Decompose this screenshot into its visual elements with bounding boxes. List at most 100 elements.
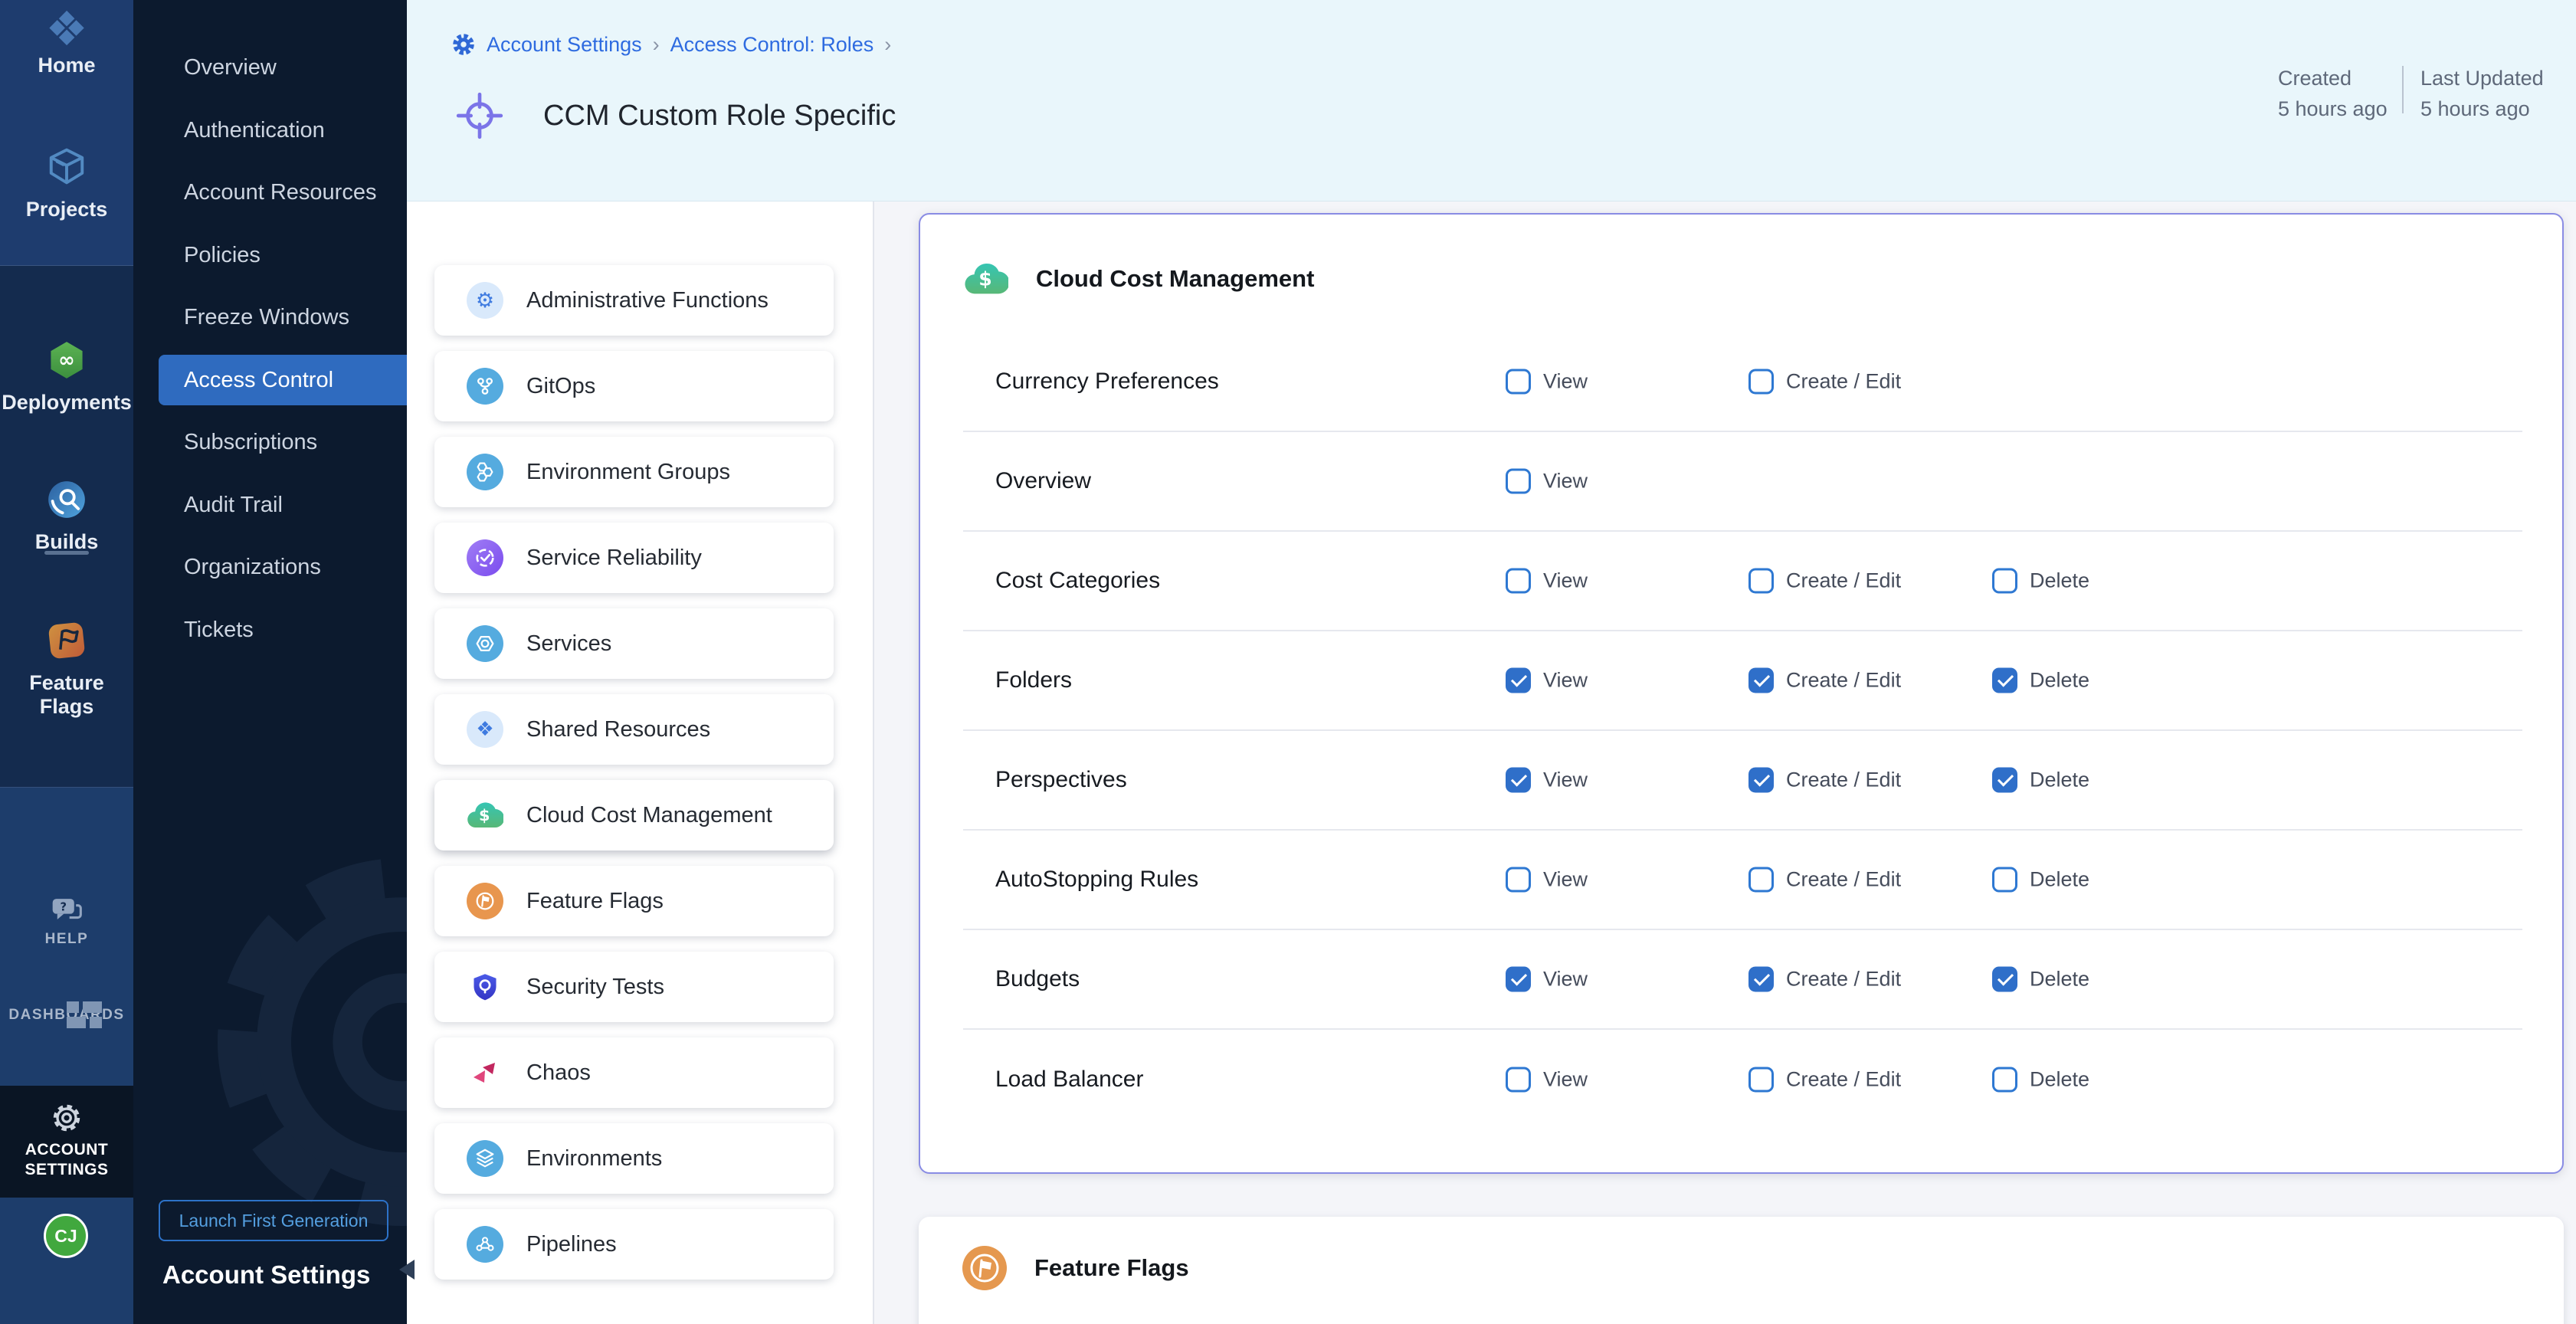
sidebar-item-subscriptions[interactable]: Subscriptions	[133, 417, 407, 467]
resource-card-shared-resources[interactable]: ❖ Shared Resources	[434, 694, 834, 765]
resource-card-administrative-functions[interactable]: ⚙ Administrative Functions	[434, 265, 834, 336]
checkbox-box[interactable]	[1748, 569, 1774, 594]
checkbox-box[interactable]	[1748, 1067, 1774, 1093]
delete-checkbox[interactable]: Delete	[1992, 569, 2089, 594]
create-edit-checkbox[interactable]: Create / Edit	[1748, 768, 1901, 793]
view-checkbox[interactable]: View	[1506, 668, 1588, 693]
checkbox-box[interactable]	[1992, 569, 2017, 594]
deployments-cd-icon: ∞	[47, 340, 87, 380]
permission-row: Folders View Create / Edit Delete	[963, 631, 2522, 731]
checkbox-box[interactable]	[1992, 967, 2017, 992]
rail-item-home[interactable]: ❖ Home	[0, 5, 133, 77]
permission-row: AutoStopping Rules View Create / Edit De…	[963, 831, 2522, 930]
view-checkbox[interactable]: View	[1506, 369, 1588, 395]
checkbox-box[interactable]	[1506, 967, 1531, 992]
resource-card-pipelines[interactable]: Pipelines	[434, 1209, 834, 1280]
rail-item-builds[interactable]: Builds	[0, 480, 133, 554]
services-icon	[467, 625, 503, 662]
resource-card-security-tests[interactable]: Security Tests	[434, 952, 834, 1022]
sidebar-item-access-control[interactable]: Access Control	[159, 355, 407, 405]
rail-item-projects[interactable]: Projects	[0, 146, 133, 221]
rail-item-dashboards[interactable]: DASHBOARDS	[0, 1001, 133, 1024]
delete-checkbox[interactable]: Delete	[1992, 867, 2089, 893]
resource-card-service-reliability[interactable]: Service Reliability	[434, 523, 834, 593]
checkbox-box[interactable]	[1506, 668, 1531, 693]
create-edit-checkbox[interactable]: Create / Edit	[1748, 369, 1901, 395]
breadcrumb-access-control-roles[interactable]: Access Control: Roles	[670, 33, 874, 57]
delete-checkbox[interactable]: Delete	[1992, 668, 2089, 693]
permission-name: Perspectives	[995, 767, 1127, 793]
checkbox-box[interactable]	[1506, 867, 1531, 893]
checkbox-box[interactable]	[1506, 569, 1531, 594]
sidebar-item-freeze-windows[interactable]: Freeze Windows	[133, 292, 407, 342]
resource-card-environments[interactable]: Environments	[434, 1123, 834, 1194]
launch-first-generation-button[interactable]: Launch First Generation	[159, 1200, 388, 1241]
create-edit-checkbox[interactable]: Create / Edit	[1748, 668, 1901, 693]
builds-ci-icon	[47, 480, 87, 519]
last-updated-value: 5 hours ago	[2420, 93, 2544, 124]
help-label: HELP	[0, 931, 133, 948]
view-checkbox[interactable]: View	[1506, 469, 1588, 494]
rail-item-deployments[interactable]: ∞ Deployments	[0, 340, 133, 415]
checkbox-box[interactable]	[1506, 768, 1531, 793]
breadcrumb: Account Settings › Access Control: Roles…	[451, 32, 891, 57]
permission-name: Folders	[995, 667, 1072, 693]
view-checkbox[interactable]: View	[1506, 569, 1588, 594]
sidebar-item-account-resources[interactable]: Account Resources	[133, 167, 407, 218]
svg-text:?: ?	[60, 900, 67, 913]
delete-checkbox[interactable]: Delete	[1992, 1067, 2089, 1093]
sidebar-item-audit-trail[interactable]: Audit Trail	[133, 480, 407, 530]
resource-card-feature-flags[interactable]: Feature Flags	[434, 866, 834, 936]
rail-item-label: Builds	[0, 530, 133, 554]
checkbox-box[interactable]	[1992, 668, 2017, 693]
resource-card-services[interactable]: Services	[434, 608, 834, 679]
permission-row: Load Balancer View Create / Edit Delete	[963, 1030, 2522, 1129]
sidebar-item-authentication[interactable]: Authentication	[133, 105, 407, 156]
checkbox-box[interactable]	[1992, 867, 2017, 893]
checkbox-box[interactable]	[1992, 768, 2017, 793]
rail-item-feature-flags[interactable]: Feature Flags	[0, 619, 133, 719]
shared-resources-icon: ❖	[467, 711, 503, 748]
resource-card-gitops[interactable]: GitOps	[434, 351, 834, 421]
permissions-area: $ Cloud Cost Management Currency Prefere…	[874, 202, 2576, 1324]
checkbox-box[interactable]	[1748, 668, 1774, 693]
sidebar-item-tickets[interactable]: Tickets	[133, 605, 407, 655]
checkbox-box[interactable]	[1748, 867, 1774, 893]
rail-account-settings-section[interactable]: ACCOUNT SETTINGS	[0, 1086, 133, 1198]
sidebar-item-overview[interactable]: Overview	[133, 42, 407, 93]
view-checkbox[interactable]: View	[1506, 867, 1588, 893]
create-edit-checkbox[interactable]: Create / Edit	[1748, 967, 1901, 992]
delete-checkbox[interactable]: Delete	[1992, 967, 2089, 992]
breadcrumb-account-settings[interactable]: Account Settings	[487, 33, 642, 57]
checkbox-box[interactable]	[1748, 768, 1774, 793]
view-checkbox[interactable]: View	[1506, 768, 1588, 793]
resource-card-chaos[interactable]: Chaos	[434, 1037, 834, 1108]
delete-checkbox[interactable]: Delete	[1992, 768, 2089, 793]
view-checkbox[interactable]: View	[1506, 1067, 1588, 1093]
sidebar-item-organizations[interactable]: Organizations	[133, 542, 407, 592]
checkbox-box[interactable]	[1506, 1067, 1531, 1093]
rail-item-account-settings[interactable]: ACCOUNT SETTINGS	[0, 1100, 133, 1180]
resource-card-environment-groups[interactable]: Environment Groups	[434, 437, 834, 507]
checkbox-box[interactable]	[1506, 369, 1531, 395]
checkbox-box[interactable]	[1992, 1067, 2017, 1093]
checkbox-box[interactable]	[1506, 469, 1531, 494]
create-edit-checkbox[interactable]: Create / Edit	[1748, 569, 1901, 594]
resource-card-cloud-cost-management[interactable]: $ Cloud Cost Management	[434, 780, 834, 850]
create-edit-checkbox[interactable]: Create / Edit	[1748, 1067, 1901, 1093]
chaos-icon	[467, 1054, 503, 1091]
rail-top-section: ❖ Home Projects	[0, 0, 133, 266]
page: ❖ Home Projects	[0, 0, 2576, 1324]
panel-header: $ Cloud Cost Management	[964, 262, 1314, 296]
permission-row: Cost Categories View Create / Edit Delet…	[963, 532, 2522, 631]
create-edit-checkbox[interactable]: Create / Edit	[1748, 867, 1901, 893]
content: Account Settings › Access Control: Roles…	[407, 0, 2576, 1324]
sidebar-item-policies[interactable]: Policies	[133, 230, 407, 280]
checkbox-box[interactable]	[1748, 369, 1774, 395]
checkbox-box[interactable]	[1748, 967, 1774, 992]
view-checkbox[interactable]: View	[1506, 967, 1588, 992]
avatar[interactable]: CJ	[44, 1214, 88, 1258]
sidebar-collapse-icon[interactable]	[399, 1260, 415, 1280]
rail-middle-section: ∞ Deployments Builds	[0, 266, 133, 787]
rail-item-help[interactable]: ? HELP	[0, 896, 133, 948]
